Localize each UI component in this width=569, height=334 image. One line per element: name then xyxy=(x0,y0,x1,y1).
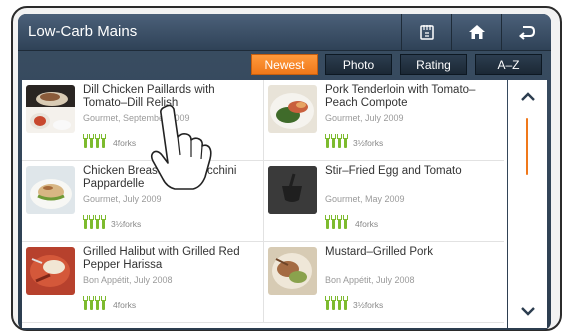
recipe-item[interactable]: Mustard–Grilled Pork Bon Appétit, July 2… xyxy=(263,242,504,323)
recipe-source: Gourmet, July 2009 xyxy=(83,194,162,204)
tab-photo[interactable]: Photo xyxy=(325,54,392,75)
half-fork-icon xyxy=(343,296,348,310)
recipe-name: Stir–Fried Egg and Tomato xyxy=(325,165,462,177)
recipe-thumbnail-placeholder xyxy=(268,166,317,214)
scroll-down-button[interactable] xyxy=(518,304,538,318)
fork-rating-label: 3½forks xyxy=(353,300,384,310)
recipe-source: Bon Appétit, July 2008 xyxy=(83,275,173,285)
app-screen: Low-Carb Mains Newest Photo Rating A–Z D… xyxy=(18,14,551,330)
recipe-name: Mustard–Grilled Pork xyxy=(325,246,434,258)
fork-icon xyxy=(343,215,348,229)
recipe-box-icon xyxy=(419,25,434,40)
back-icon xyxy=(518,26,535,40)
fork-icon xyxy=(331,134,336,148)
fork-icon xyxy=(331,296,336,310)
fork-icon xyxy=(325,134,330,148)
recipe-list: Dill Chicken Paillards with Tomato–Dill … xyxy=(22,80,507,328)
fork-icon xyxy=(89,296,94,310)
fork-rating-label: 4forks xyxy=(113,138,137,148)
tab-a-z[interactable]: A–Z xyxy=(475,54,542,75)
fork-icon xyxy=(337,215,342,229)
chevron-up-icon xyxy=(521,92,535,101)
fork-icon xyxy=(95,296,100,310)
title-bar: Low-Carb Mains xyxy=(18,14,551,51)
recipe-name: Dill Chicken Paillards with Tomato–Dill … xyxy=(83,84,215,109)
fork-icon xyxy=(101,134,106,148)
half-fork-icon xyxy=(101,215,106,229)
fork-rating-label: 4forks xyxy=(113,300,137,310)
page-title: Low-Carb Mains xyxy=(28,23,138,40)
recipe-item[interactable]: Chicken Breasts with Zucchini Pappardell… xyxy=(22,161,263,242)
recipe-item[interactable]: Grilled Halibut with Grilled Red Pepper … xyxy=(22,242,263,323)
recipe-source: Gourmet, July 2009 xyxy=(325,113,404,123)
fork-rating: 3½forks xyxy=(325,132,383,148)
recipe-box-button[interactable] xyxy=(401,14,451,50)
fork-icon xyxy=(331,215,336,229)
fork-icon xyxy=(89,134,94,148)
home-button[interactable] xyxy=(451,14,501,50)
fork-rating: 3½forks xyxy=(83,213,141,229)
recipe-thumbnail xyxy=(26,247,75,295)
recipe-name: Grilled Halibut with Grilled Red Pepper … xyxy=(83,246,240,271)
chevron-down-icon xyxy=(521,307,535,316)
fork-rating-label: 4forks xyxy=(355,219,379,229)
scroll-up-button[interactable] xyxy=(518,90,538,104)
fork-rating-label: 3½forks xyxy=(353,138,384,148)
recipe-name: Chicken Breasts with Zucchini Pappardell… xyxy=(83,165,237,190)
sort-tabs: Newest Photo Rating A–Z xyxy=(18,54,551,76)
fork-icon xyxy=(101,296,106,310)
recipe-thumbnail xyxy=(26,85,75,133)
fork-rating-label: 3½forks xyxy=(111,219,142,229)
fork-rating: 4forks xyxy=(83,132,136,148)
recipe-source: Gourmet, September 2009 xyxy=(83,113,190,123)
recipe-thumbnail xyxy=(268,85,317,133)
fork-icon xyxy=(95,215,100,229)
half-fork-icon xyxy=(343,134,348,148)
fork-icon xyxy=(337,134,342,148)
recipe-item[interactable]: Pork Tenderloin with Tomato–Peach Compot… xyxy=(263,80,504,161)
fork-icon xyxy=(83,296,88,310)
back-button[interactable] xyxy=(501,14,551,50)
recipe-thumbnail xyxy=(268,247,317,295)
scrollbar[interactable] xyxy=(508,80,547,328)
scroll-thumb[interactable] xyxy=(526,118,528,175)
recipe-thumbnail xyxy=(26,166,75,214)
recipe-source: Bon Appétit, July 2008 xyxy=(325,275,415,285)
fork-icon xyxy=(337,296,342,310)
recipe-item[interactable]: Stir–Fried Egg and Tomato Gourmet, May 2… xyxy=(263,161,504,242)
fork-icon xyxy=(83,215,88,229)
fork-rating: 4forks xyxy=(83,294,136,310)
recipe-name: Pork Tenderloin with Tomato–Peach Compot… xyxy=(325,84,476,109)
recipe-item[interactable]: Dill Chicken Paillards with Tomato–Dill … xyxy=(22,80,263,161)
recipe-source: Gourmet, May 2009 xyxy=(325,194,405,204)
fork-icon xyxy=(325,296,330,310)
fork-rating: 3½forks xyxy=(325,294,383,310)
fork-icon xyxy=(95,134,100,148)
fork-rating: 4forks xyxy=(325,213,378,229)
home-icon xyxy=(468,25,485,39)
fork-icon xyxy=(325,215,330,229)
tab-newest[interactable]: Newest xyxy=(251,54,318,75)
tab-rating[interactable]: Rating xyxy=(400,54,467,75)
fork-icon xyxy=(83,134,88,148)
fork-icon xyxy=(89,215,94,229)
